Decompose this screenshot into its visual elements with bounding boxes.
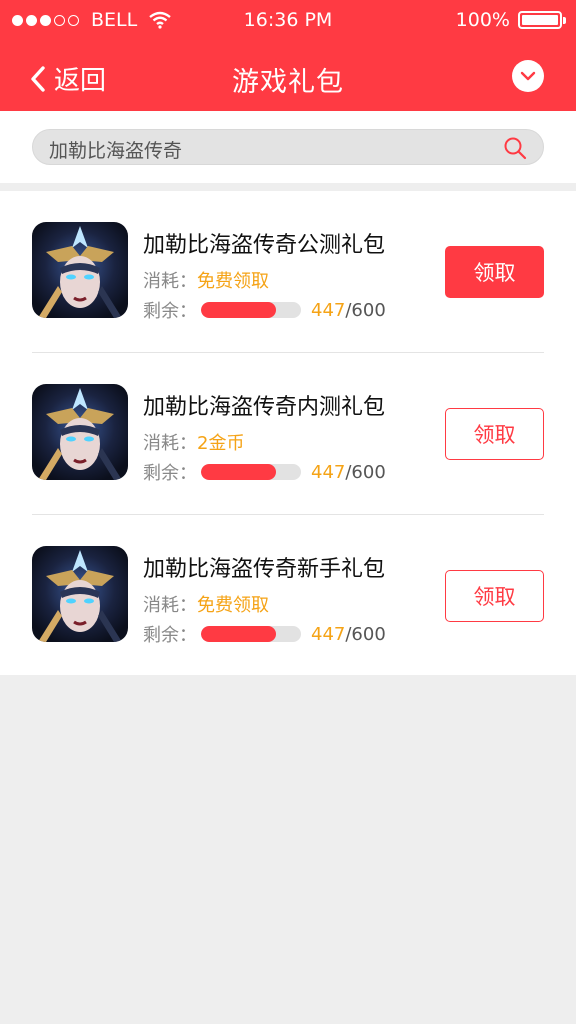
cost-label: 消耗： [143, 433, 197, 454]
remaining-progress-bar [201, 626, 301, 642]
gift-remaining: 剩余： 447/600 [143, 621, 386, 647]
remaining-count: 447/600 [311, 462, 386, 483]
cost-value: 2金币 [197, 433, 245, 454]
remaining-count: 447/600 [311, 300, 386, 321]
nav-bar: 返回 游戏礼包 [0, 44, 576, 108]
remaining-total: /600 [345, 461, 386, 483]
remaining-current: 447 [311, 623, 346, 645]
remain-label: 剩余： [143, 625, 197, 646]
remaining-total: /600 [345, 299, 386, 321]
gift-cost: 消耗：2金币 [143, 429, 244, 455]
game-avatar [32, 546, 128, 642]
search-input[interactable]: 加勒比海盗传奇 [32, 129, 544, 165]
search-section: 加勒比海盗传奇 [0, 111, 576, 183]
cost-label: 消耗： [143, 271, 197, 292]
gift-name: 加勒比海盗传奇内测礼包 [143, 395, 386, 420]
search-value: 加勒比海盗传奇 [49, 140, 183, 162]
gift-cost: 消耗：免费领取 [143, 591, 269, 617]
list-item: 加勒比海盗传奇新手礼包 消耗：免费领取 剩余： 447/600 领取 [0, 515, 576, 677]
cost-label: 消耗： [143, 595, 197, 616]
remain-label: 剩余： [143, 463, 197, 484]
claim-button[interactable]: 领取 [445, 570, 544, 622]
gift-remaining: 剩余： 447/600 [143, 459, 386, 485]
gift-list: 加勒比海盗传奇公测礼包 消耗：免费领取 剩余： 447/600 领取 加勒比海盗… [0, 191, 576, 675]
gift-cost: 消耗：免费领取 [143, 267, 269, 293]
page-title: 游戏礼包 [232, 67, 344, 98]
list-item: 加勒比海盗传奇内测礼包 消耗：2金币 剩余： 447/600 领取 [0, 353, 576, 515]
remaining-count: 447/600 [311, 624, 386, 645]
remain-label: 剩余： [143, 301, 197, 322]
claim-button[interactable]: 领取 [445, 408, 544, 460]
dropdown-button[interactable] [512, 60, 544, 92]
gift-remaining: 剩余： 447/600 [143, 297, 386, 323]
chevron-down-icon [520, 71, 536, 81]
search-icon[interactable] [503, 136, 527, 160]
remaining-total: /600 [345, 623, 386, 645]
cost-value: 免费领取 [197, 271, 269, 292]
status-bar: BELL 16:36 PM 100% [0, 0, 576, 40]
claim-button[interactable]: 领取 [445, 246, 544, 298]
battery-percent: 100% [455, 9, 510, 31]
remaining-current: 447 [311, 461, 346, 483]
gift-name: 加勒比海盗传奇公测礼包 [143, 233, 386, 258]
remaining-current: 447 [311, 299, 346, 321]
remaining-progress-bar [201, 302, 301, 318]
battery-icon [518, 11, 566, 29]
remaining-progress-bar [201, 464, 301, 480]
gift-name: 加勒比海盗传奇新手礼包 [143, 557, 386, 582]
cost-value: 免费领取 [197, 595, 269, 616]
game-avatar [32, 384, 128, 480]
list-item: 加勒比海盗传奇公测礼包 消耗：免费领取 剩余： 447/600 领取 [0, 191, 576, 353]
status-right: 100% [455, 9, 566, 31]
game-avatar [32, 222, 128, 318]
header: BELL 16:36 PM 100% 返回 游戏礼包 [0, 0, 576, 111]
